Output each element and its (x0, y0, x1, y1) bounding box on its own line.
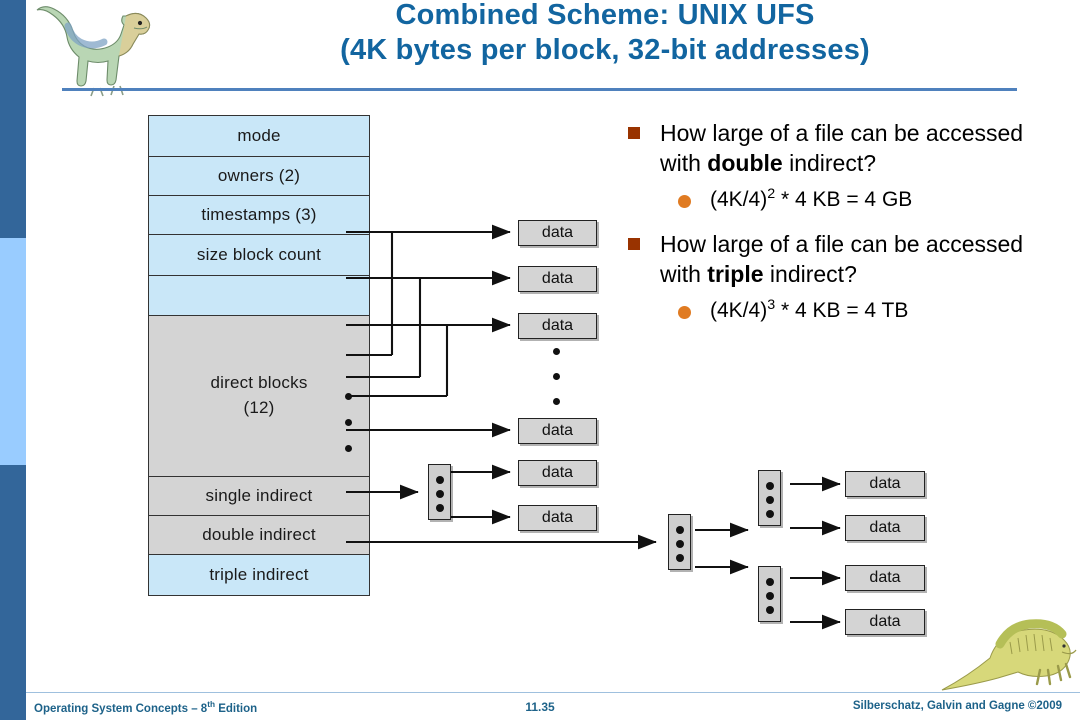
bullet-item-triple-indirect-question: How large of a file can be accessed with… (620, 229, 1040, 290)
double-indirect-leaf-index-block (758, 566, 781, 622)
data-block-label: data (541, 422, 574, 439)
formula-exponent: 2 (767, 185, 776, 202)
index-entry-dot (766, 510, 774, 518)
dinosaur-footer-icon (941, 619, 1077, 691)
data-block: data (518, 266, 597, 292)
data-block-label: data (869, 519, 901, 536)
index-entry-dot (766, 496, 774, 504)
data-block: data (845, 471, 925, 497)
data-block-ellipsis (553, 348, 560, 423)
index-entry-dot (676, 540, 684, 548)
data-block: data (518, 460, 597, 486)
direct-pointer-2 (346, 276, 422, 377)
bullet-text: (4K/4)2 * 4 KB = 4 GB (710, 185, 1040, 213)
round-bullet-icon (678, 305, 691, 319)
square-bullet-icon (628, 127, 640, 139)
data-block-label: data (541, 509, 574, 526)
bullet-text-emphasis: triple (707, 261, 764, 288)
bullet-item-double-indirect-question: How large of a file can be accessed with… (620, 118, 1040, 179)
data-block: data (845, 609, 925, 635)
index-entry-dot (766, 578, 774, 586)
bullet-item-triple-indirect-answer: (4K/4)3 * 4 KB = 4 TB (620, 296, 1040, 324)
direct-pointer-3 (346, 323, 449, 396)
formula-exponent: 3 (767, 296, 776, 313)
data-block-label: data (869, 613, 901, 630)
double-indirect-root-index-block (668, 514, 691, 570)
data-block-label: data (541, 224, 574, 241)
footer-copyright: Silberschatz, Galvin and Gagne ©2009 (852, 700, 1062, 712)
index-entry-dot (766, 606, 774, 614)
footer-divider (26, 692, 1080, 693)
index-entry-dot (676, 526, 684, 534)
data-block: data (518, 505, 597, 531)
round-bullet-icon (678, 194, 691, 208)
index-entry-dot (436, 476, 444, 484)
index-entry-dot (766, 592, 774, 600)
index-entry-dot (436, 504, 444, 512)
direct-pointer-1 (346, 230, 394, 355)
index-entry-dot (676, 554, 684, 562)
data-block: data (845, 515, 925, 541)
bullet-text: (4K/4)3 * 4 KB = 4 TB (710, 296, 1040, 324)
data-block-label: data (541, 317, 574, 334)
formula-base: (4K/4) (710, 298, 768, 322)
single-indirect-index-block (428, 464, 451, 520)
data-block-label: data (541, 270, 574, 287)
bullet-text: How large of a file can be accessed with… (660, 118, 1040, 179)
formula-base: (4K/4) (710, 187, 768, 211)
index-entry-dot (436, 490, 444, 498)
formula-tail: * 4 KB = 4 TB (775, 298, 909, 322)
data-block: data (845, 565, 925, 591)
bullet-text-after: indirect? (763, 261, 857, 288)
double-indirect-leaf-index-block (758, 470, 781, 526)
data-block: data (518, 418, 597, 444)
bullet-text: How large of a file can be accessed with… (660, 229, 1040, 290)
bullet-list: How large of a file can be accessed with… (620, 118, 1040, 340)
bullet-item-double-indirect-answer: (4K/4)2 * 4 KB = 4 GB (620, 185, 1040, 213)
formula-tail: * 4 KB = 4 GB (775, 187, 913, 211)
index-entry-dot (766, 482, 774, 490)
bullet-text-after: indirect? (782, 150, 877, 177)
bullet-text-emphasis: double (707, 150, 783, 177)
data-block: data (518, 313, 597, 339)
data-block-label: data (541, 464, 574, 481)
square-bullet-icon (628, 238, 640, 251)
data-block: data (518, 220, 597, 246)
data-block-label: data (869, 475, 901, 492)
data-block-label: data (869, 569, 901, 586)
